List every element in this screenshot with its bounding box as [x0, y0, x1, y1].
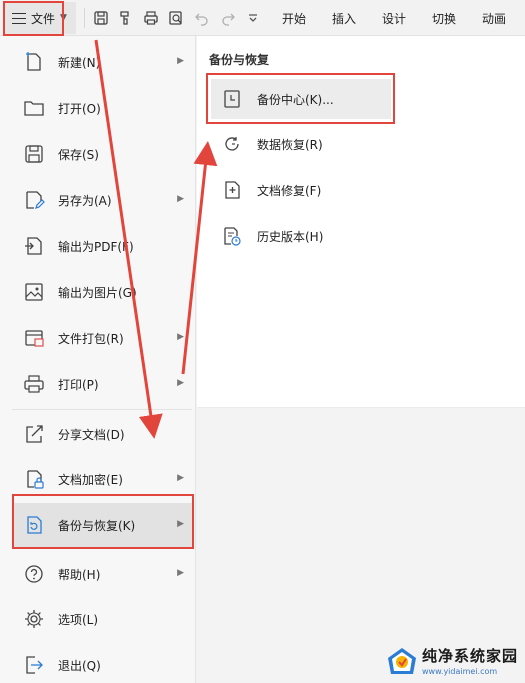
tab-transition[interactable]: 切换	[432, 10, 456, 27]
menu-item-label: 文件打包(R)	[58, 331, 124, 346]
undo-icon[interactable]	[193, 9, 211, 27]
tab-home[interactable]: 开始	[282, 10, 306, 27]
top-toolbar: 文件 ▼ 开始 插入 设计 切换 动画	[0, 0, 525, 36]
submenu-item-data-recovery[interactable]: 数据恢复(R)	[211, 124, 391, 164]
menu-item-encrypt[interactable]: 文档加密(E) ▶	[12, 457, 192, 501]
menu-item-label: 保存(S)	[58, 147, 99, 162]
document-repair-icon	[221, 179, 243, 201]
menu-item-label: 输出为图片(G)	[58, 285, 137, 300]
tab-design[interactable]: 设计	[382, 10, 406, 27]
menu-item-label: 另存为(A)	[58, 193, 112, 208]
menu-item-label: 打开(O)	[58, 101, 101, 116]
chevron-right-icon: ▶	[177, 194, 184, 204]
menu-item-label: 新建(N)	[58, 55, 101, 70]
backup-center-icon	[221, 88, 243, 110]
chevron-right-icon: ▶	[177, 56, 184, 66]
print-icon	[22, 372, 46, 396]
backup-restore-icon	[22, 513, 46, 537]
export-pdf-icon	[22, 234, 46, 258]
watermark-url: www.yidaimei.com	[422, 667, 498, 676]
menu-item-package[interactable]: 文件打包(R) ▶	[12, 316, 192, 360]
save-quick-icon[interactable]	[92, 9, 110, 27]
menu-item-label: 备份与恢复(K)	[58, 518, 136, 533]
menu-item-new[interactable]: 新建(N) ▶	[12, 40, 192, 84]
submenu-item-label: 数据恢复(R)	[257, 137, 323, 152]
menu-item-label: 选项(L)	[58, 612, 99, 627]
menu-item-backup-restore[interactable]: 备份与恢复(K) ▶	[12, 503, 192, 547]
customize-quick-access-icon[interactable]	[244, 9, 262, 27]
chevron-down-icon: ▼	[60, 13, 67, 23]
menu-item-open[interactable]: 打开(O)	[12, 86, 192, 130]
file-menu-label: 文件	[31, 11, 56, 26]
save-icon	[22, 142, 46, 166]
submenu-title: 备份与恢复	[209, 53, 270, 67]
redo-icon[interactable]	[219, 9, 237, 27]
file-menu-button[interactable]: 文件 ▼	[4, 2, 76, 34]
menu-item-save-as[interactable]: 另存为(A) ▶	[12, 178, 192, 222]
hamburger-icon	[12, 12, 26, 24]
app-window: 文件 ▼ 开始 插入 设计 切换 动画 新建(N) ▶ 打开(O) 保存(S) …	[0, 0, 525, 683]
options-gear-icon	[22, 607, 46, 631]
watermark-logo-icon	[386, 646, 418, 676]
history-version-icon	[221, 225, 243, 247]
exit-icon	[22, 653, 46, 677]
new-file-icon	[22, 50, 46, 74]
menu-item-label: 打印(P)	[58, 377, 99, 392]
submenu-item-label: 文档修复(F)	[257, 183, 322, 198]
menu-item-save[interactable]: 保存(S)	[12, 132, 192, 176]
chevron-right-icon: ▶	[177, 332, 184, 342]
menu-item-exit[interactable]: 退出(Q)	[12, 643, 192, 683]
submenu-item-backup-center[interactable]: 备份中心(K)...	[211, 79, 391, 119]
watermark: 纯净系统家园 www.yidaimei.com	[386, 645, 518, 676]
folder-icon	[22, 96, 46, 120]
submenu-item-label: 备份中心(K)...	[257, 92, 334, 107]
file-menu-panel: 新建(N) ▶ 打开(O) 保存(S) 另存为(A) ▶ 输出为PDF(F) 输…	[0, 36, 196, 683]
menu-item-label: 分享文档(D)	[58, 427, 125, 442]
menu-item-export-image[interactable]: 输出为图片(G)	[12, 270, 192, 314]
menu-item-options[interactable]: 选项(L)	[12, 597, 192, 641]
format-painter-icon[interactable]	[116, 9, 134, 27]
empty-content-area	[197, 408, 525, 683]
menu-item-help[interactable]: 帮助(H) ▶	[12, 552, 192, 596]
tab-insert[interactable]: 插入	[332, 10, 356, 27]
print-preview-icon[interactable]	[167, 9, 185, 27]
submenu-item-history-version[interactable]: 历史版本(H)	[211, 216, 391, 256]
chevron-right-icon: ▶	[177, 473, 184, 483]
share-icon	[22, 422, 46, 446]
export-image-icon	[22, 280, 46, 304]
chevron-right-icon: ▶	[177, 519, 184, 529]
save-as-icon	[22, 188, 46, 212]
print-quick-icon[interactable]	[142, 9, 160, 27]
menu-item-label: 退出(Q)	[58, 658, 101, 673]
menu-item-share[interactable]: 分享文档(D)	[12, 412, 192, 456]
data-recovery-icon	[221, 133, 243, 155]
chevron-right-icon: ▶	[177, 378, 184, 388]
help-icon	[22, 562, 46, 586]
backup-restore-submenu: 备份与恢复 备份中心(K)... 数据恢复(R) 文档修复(F) 历史版本(H)	[197, 36, 525, 408]
menu-divider	[12, 409, 192, 410]
menu-item-print[interactable]: 打印(P) ▶	[12, 362, 192, 406]
chevron-right-icon: ▶	[177, 568, 184, 578]
menu-item-export-pdf[interactable]: 输出为PDF(F)	[12, 224, 192, 268]
menu-item-label: 输出为PDF(F)	[58, 239, 134, 254]
submenu-item-label: 历史版本(H)	[257, 229, 324, 244]
menu-item-label: 帮助(H)	[58, 567, 101, 582]
tab-animation[interactable]: 动画	[482, 10, 506, 27]
encrypt-icon	[22, 467, 46, 491]
submenu-item-document-repair[interactable]: 文档修复(F)	[211, 170, 391, 210]
watermark-name: 纯净系统家园	[422, 647, 519, 665]
package-icon	[22, 326, 46, 350]
menu-item-label: 文档加密(E)	[58, 472, 123, 487]
toolbar-divider	[84, 8, 85, 28]
